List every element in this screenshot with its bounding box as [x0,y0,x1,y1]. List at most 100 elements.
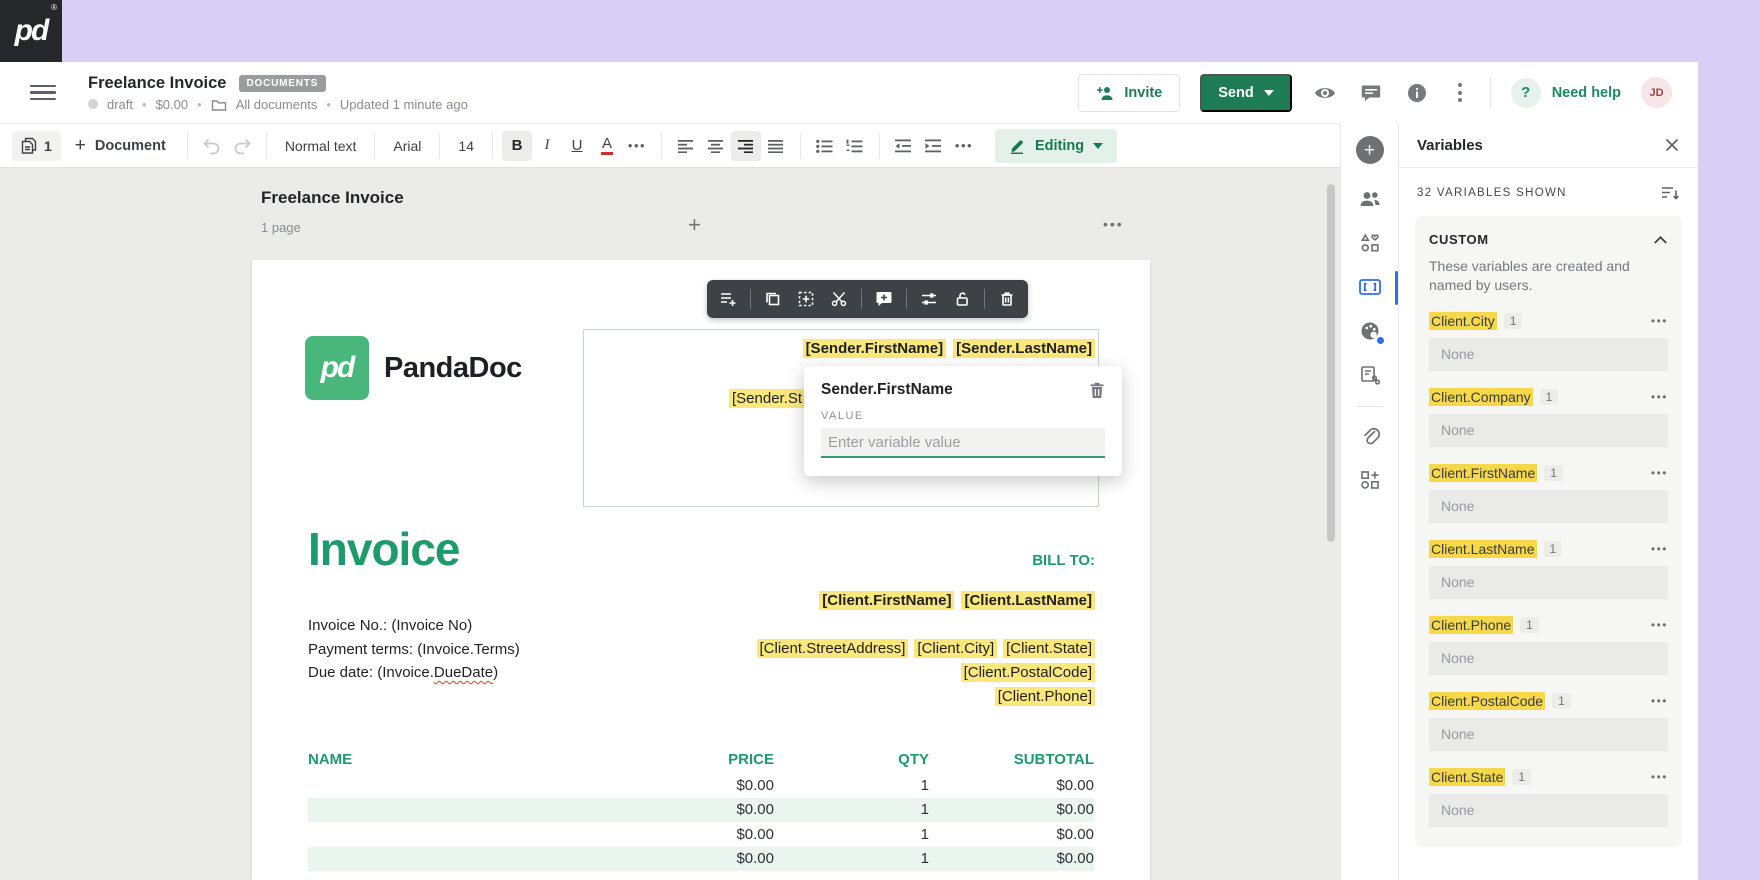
font-family-select[interactable]: Arial [384,138,430,154]
variable-value-field[interactable]: None [1429,337,1668,371]
sort-filter-icon[interactable] [1661,185,1680,201]
quotes-builder-icon[interactable] [1353,358,1387,392]
variable-name-chip[interactable]: Client.City [1429,311,1497,330]
client-phone-variable[interactable]: [Client.Phone] [994,687,1095,706]
close-panel-icon[interactable] [1664,137,1680,153]
paragraph-overflow-button[interactable]: ••• [949,131,979,161]
text-format-overflow-button[interactable]: ••• [622,131,652,161]
variable-name-chip[interactable]: Client.PostalCode [1429,691,1546,710]
editing-mode-button[interactable]: Editing [994,128,1118,163]
preview-eye-icon[interactable] [1312,80,1338,106]
more-options-icon[interactable] [1450,79,1470,106]
variable-value-field[interactable]: None [1429,641,1668,675]
variable-usage-count: 1 [1543,540,1563,557]
variables-icon[interactable] [1353,270,1387,304]
variable-value-input[interactable] [821,428,1105,458]
bullet-list-button[interactable] [810,131,840,161]
custom-section-header[interactable]: CUSTOM [1429,232,1668,247]
indent-button[interactable] [919,131,949,161]
variable-usage-count: 1 [1544,464,1563,481]
main-menu-button[interactable] [30,84,56,101]
variable-value-field[interactable]: None [1429,565,1668,599]
add-comment-icon[interactable] [873,288,895,310]
client-phone-line: [Client.Phone] [994,687,1095,706]
variable-options-icon[interactable]: ••• [1651,314,1668,328]
client-address-line: [Client.StreetAddress] [Client.City] [Cl… [756,639,1095,658]
align-left-button[interactable] [671,131,701,161]
variable-value-field[interactable]: None [1429,793,1668,827]
variable-options-icon[interactable]: ••• [1651,618,1668,632]
unlock-icon[interactable] [951,288,973,310]
recipients-icon[interactable] [1353,182,1387,216]
need-help-button[interactable]: ? Need help [1510,77,1621,108]
outdent-button[interactable] [889,131,919,161]
variable-row: Client.FirstName 1 ••• None [1429,463,1668,523]
pages-chip[interactable]: 1 [12,130,61,161]
registered-mark: ® [51,3,57,12]
paragraph-style-select[interactable]: Normal text [276,138,366,154]
cut-icon[interactable] [828,288,850,310]
variable-row: Client.City 1 ••• None [1429,311,1668,371]
client-state-variable[interactable]: [Client.State] [1003,639,1095,658]
variable-name-chip[interactable]: Client.State [1429,767,1506,786]
underline-button[interactable]: U [562,131,592,161]
sender-firstname-variable[interactable]: [Sender.FirstName] [802,339,947,358]
justify-button[interactable] [761,131,791,161]
redo-button[interactable] [227,131,257,161]
variable-name-chip[interactable]: Client.LastName [1429,539,1537,558]
variable-name-chip[interactable]: Client.Company [1429,387,1533,406]
canvas-more-options[interactable]: ••• [1103,216,1124,232]
undo-button[interactable] [197,131,227,161]
add-row-icon[interactable] [717,288,739,310]
client-postal-variable[interactable]: [Client.PostalCode] [960,663,1095,682]
numbered-list-button[interactable] [840,131,870,161]
add-document-button[interactable]: + Document [75,136,166,155]
sender-lastname-variable[interactable]: [Sender.LastName] [953,339,1095,358]
client-lastname-variable[interactable]: [Client.LastName] [961,591,1095,610]
add-page-button[interactable]: + [688,212,701,238]
text-color-button[interactable]: A [592,131,622,161]
variable-options-icon[interactable]: ••• [1651,694,1668,708]
info-icon[interactable] [1404,80,1430,106]
table-row[interactable]: $0.00 1 $0.00 [308,846,1094,871]
save-block-icon[interactable] [795,288,817,310]
bold-button[interactable]: B [501,130,532,161]
delete-block-icon[interactable] [996,288,1018,310]
invite-button[interactable]: Invite [1078,73,1181,112]
pandadoc-logo-tile[interactable]: pd ® [0,0,62,62]
folder-link[interactable]: All documents [236,97,318,112]
pricing-table[interactable]: NAME PRICE QTY SUBTOTAL $0.00 1 $0.00 $0… [308,746,1094,871]
table-row[interactable]: $0.00 1 $0.00 [308,773,1094,798]
variable-name-chip[interactable]: Client.Phone [1429,615,1514,634]
variable-value-field[interactable]: None [1429,413,1668,447]
variable-value-field[interactable]: None [1429,489,1668,523]
attachments-icon[interactable] [1353,419,1387,453]
add-content-button[interactable]: + [1355,136,1384,164]
duplicate-icon[interactable] [762,288,784,310]
client-firstname-variable[interactable]: [Client.FirstName] [819,591,955,610]
content-library-icon[interactable] [1353,226,1387,260]
client-street-variable[interactable]: [Client.StreetAddress] [756,639,909,658]
client-city-variable[interactable]: [Client.City] [914,639,998,658]
send-button[interactable]: Send [1200,73,1292,112]
align-center-button[interactable] [701,131,731,161]
variable-options-icon[interactable]: ••• [1651,770,1668,784]
table-row[interactable]: $0.00 1 $0.00 [308,822,1094,847]
user-avatar[interactable]: JD [1641,77,1672,108]
canvas-scrollbar[interactable] [1327,184,1335,542]
variable-options-icon[interactable]: ••• [1651,466,1668,480]
block-settings-icon[interactable] [918,288,940,310]
align-right-button[interactable] [730,130,761,161]
variable-options-icon[interactable]: ••• [1651,390,1668,404]
comments-icon[interactable] [1358,80,1384,106]
design-theme-icon[interactable] [1353,314,1387,348]
sender-street-variable-partial[interactable]: [Sender.St [729,389,806,408]
variable-options-icon[interactable]: ••• [1651,542,1668,556]
table-row[interactable]: $0.00 1 $0.00 [308,797,1094,822]
italic-button[interactable]: I [532,131,562,161]
variable-value-field[interactable]: None [1429,717,1668,751]
popup-delete-icon[interactable] [1089,381,1105,399]
font-size-select[interactable]: 14 [449,138,483,154]
variable-name-chip[interactable]: Client.FirstName [1429,463,1538,482]
integrations-icon[interactable] [1353,463,1387,497]
